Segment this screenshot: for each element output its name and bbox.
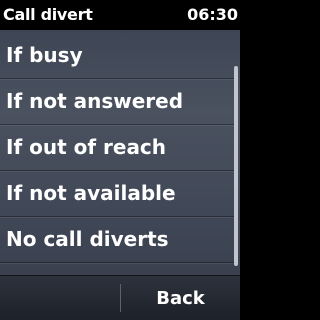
softkey-bar: Back [0, 275, 240, 320]
list-item-if-out-of-reach[interactable]: If out of reach [0, 125, 236, 171]
list-item-label: If not available [6, 181, 176, 205]
back-button[interactable]: Back [121, 276, 240, 320]
list-item-label: If busy [6, 43, 83, 67]
clock: 06:30 [187, 5, 238, 24]
list-item-label: If not answered [6, 89, 184, 113]
list-item-if-not-answered[interactable]: If not answered [0, 79, 236, 125]
list-item-label: No call diverts [6, 227, 169, 251]
scrollbar[interactable] [234, 66, 238, 266]
list-item-label: If out of reach [6, 135, 167, 159]
status-bar: Call divert 06:30 [0, 0, 240, 30]
page-title: Call divert [3, 5, 93, 24]
list-item-no-call-diverts[interactable]: No call diverts [0, 217, 236, 263]
left-softkey[interactable] [0, 276, 120, 320]
list-item-if-busy[interactable]: If busy [0, 33, 236, 79]
list-item-if-not-available[interactable]: If not available [0, 171, 236, 217]
call-divert-screen: Call divert 06:30 If busy If not answere… [0, 0, 240, 320]
divert-options-list: If busy If not answered If out of reach … [0, 33, 236, 263]
